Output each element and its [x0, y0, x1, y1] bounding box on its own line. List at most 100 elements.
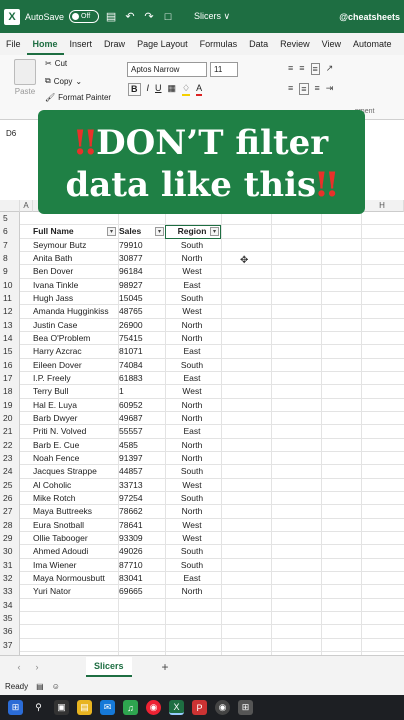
table-row[interactable]: 27 Maya Buttreeks 78662 North — [0, 505, 404, 519]
sales-cell[interactable]: 81071 — [119, 345, 163, 358]
row-number[interactable]: 18 — [0, 385, 20, 399]
tab-page-layout[interactable]: Page Layout — [131, 33, 194, 55]
name-cell[interactable]: Bea O'Problem — [33, 332, 117, 345]
align-middle-icon[interactable]: ≡ — [299, 63, 304, 75]
sales-cell[interactable]: 75415 — [119, 332, 163, 345]
table-row[interactable]: 14 Bea O'Problem 75415 North — [0, 331, 404, 346]
row-number[interactable]: 22 — [0, 438, 20, 452]
sales-cell[interactable]: 49687 — [119, 412, 163, 425]
tab-automate[interactable]: Automate — [347, 33, 398, 55]
name-cell[interactable]: Ahmed Adoudi — [33, 545, 117, 558]
sales-cell[interactable]: 26900 — [119, 319, 163, 332]
table-row[interactable]: 10 Ivana Tinkle 98927 East — [0, 278, 404, 292]
name-box[interactable]: D6 — [6, 129, 36, 138]
table-row[interactable]: 8 Anita Bath 30877 North — [0, 251, 404, 266]
sales-cell[interactable]: 49026 — [119, 545, 163, 558]
row-number[interactable]: 17 — [0, 371, 20, 386]
name-cell[interactable]: Harry Azcrac — [33, 345, 117, 358]
save-icon[interactable]: ▤ — [104, 10, 118, 23]
table-row[interactable]: 15 Harry Azcrac 81071 East — [0, 345, 404, 359]
row-number[interactable]: 7 — [0, 238, 20, 252]
copy-button[interactable]: ⧉ Copy ⌄ — [45, 76, 82, 86]
region-cell[interactable]: West — [166, 385, 218, 398]
row-number[interactable]: 19 — [0, 398, 20, 412]
sales-cell[interactable]: 97254 — [119, 492, 163, 505]
table-row[interactable]: 19 Hal E. Luya 60952 North — [0, 398, 404, 412]
name-cell[interactable]: Ima Wiener — [33, 559, 117, 572]
sales-cell[interactable]: 87710 — [119, 559, 163, 572]
tab-view[interactable]: View — [316, 33, 347, 55]
region-cell[interactable]: West — [166, 265, 218, 278]
sales-cell[interactable]: 91397 — [119, 452, 163, 465]
region-cell[interactable]: East — [166, 425, 218, 438]
tab-insert[interactable]: Insert — [64, 33, 99, 55]
region-cell[interactable]: South — [166, 359, 218, 372]
column-header-h[interactable]: H — [361, 200, 404, 212]
sales-cell[interactable]: 74084 — [119, 359, 163, 372]
table-row[interactable]: 26 Mike Rotch 97254 South — [0, 491, 404, 506]
sales-cell[interactable]: 93309 — [119, 532, 163, 545]
name-cell[interactable]: Jacques Strappe — [33, 465, 117, 478]
region-cell[interactable]: North — [166, 332, 218, 345]
region-cell[interactable]: South — [166, 545, 218, 558]
table-row[interactable]: 36 — [0, 625, 404, 639]
row-number[interactable]: 26 — [0, 491, 20, 506]
table-row[interactable]: 28 Eura Snotball 78641 West — [0, 518, 404, 532]
table-row[interactable]: 16 Eileen Dover 74084 South — [0, 358, 404, 372]
obs-icon[interactable]: ◉ — [215, 700, 230, 715]
tab-home[interactable]: Home — [26, 33, 64, 55]
header-row[interactable]: 6 Full Name Sales Region ▾ ▾ ▾ — [0, 225, 404, 239]
name-cell[interactable]: Hugh Jass — [33, 292, 117, 305]
row-number[interactable]: 8 — [0, 251, 20, 266]
font-name-select[interactable]: Aptos Narrow — [127, 62, 207, 77]
row-number[interactable]: 14 — [0, 331, 20, 346]
table-row[interactable]: 37 — [0, 638, 404, 652]
name-cell[interactable]: Seymour Butz — [33, 239, 117, 252]
format-painter-button[interactable]: 🖌 Format Painter — [45, 93, 111, 102]
region-cell[interactable]: North — [166, 412, 218, 425]
region-cell[interactable]: North — [166, 452, 218, 465]
chrome-icon[interactable]: ◉ — [146, 700, 161, 715]
row-number[interactable]: 37 — [0, 638, 20, 652]
underline-icon[interactable]: U — [155, 83, 162, 96]
sales-cell[interactable]: 96184 — [119, 265, 163, 278]
borders-icon[interactable]: ▦ — [168, 83, 177, 96]
region-cell[interactable]: West — [166, 305, 218, 318]
bold-icon[interactable]: B — [128, 83, 141, 96]
row-number[interactable]: 31 — [0, 558, 20, 572]
new-file-icon[interactable]: □ — [161, 11, 175, 23]
name-cell[interactable]: Ollie Tabooger — [33, 532, 117, 545]
sales-cell[interactable]: 69665 — [119, 585, 163, 598]
row-number[interactable]: 12 — [0, 305, 20, 319]
region-cell[interactable]: South — [166, 292, 218, 305]
name-cell[interactable]: Noah Fence — [33, 452, 117, 465]
add-sheet-icon[interactable]: + — [162, 660, 169, 674]
align-top-icon[interactable]: ≡ — [288, 63, 293, 75]
name-cell[interactable]: Maya Buttreeks — [33, 505, 117, 518]
row-number[interactable]: 24 — [0, 465, 20, 479]
sales-cell[interactable]: 78662 — [119, 505, 163, 518]
name-cell[interactable]: Terry Bull — [33, 385, 117, 398]
align-center-icon[interactable]: ≡ — [299, 83, 309, 95]
font-size-select[interactable]: 11 — [210, 62, 238, 77]
tab-data[interactable]: Data — [243, 33, 274, 55]
sheet-view-icon[interactable]: ▤ — [36, 682, 44, 691]
row-number[interactable]: 34 — [0, 598, 20, 612]
autosave-toggle[interactable]: Off — [69, 10, 100, 23]
region-cell[interactable]: South — [166, 465, 218, 478]
name-cell[interactable]: Eura Snotball — [33, 519, 117, 532]
indent-icon[interactable]: ⇥ — [326, 83, 334, 95]
sales-cell[interactable]: 83041 — [119, 572, 163, 585]
table-row[interactable]: 33 Yuri Nator 69665 North — [0, 585, 404, 599]
paste-button[interactable]: Paste — [10, 59, 40, 96]
region-cell[interactable]: East — [166, 572, 218, 585]
excel-icon[interactable]: X — [169, 700, 184, 715]
row-number[interactable]: 27 — [0, 505, 20, 519]
table-row[interactable]: 22 Barb E. Cue 4585 North — [0, 438, 404, 452]
sales-cell[interactable]: 30877 — [119, 252, 163, 265]
table-row[interactable]: 12 Amanda Hugginkiss 48765 West — [0, 305, 404, 319]
table-row[interactable]: 29 Ollie Tabooger 93309 West — [0, 531, 404, 546]
table-row[interactable]: 35 — [0, 611, 404, 626]
table-row[interactable]: 9 Ben Dover 96184 West — [0, 265, 404, 279]
row-number[interactable]: 23 — [0, 451, 20, 466]
